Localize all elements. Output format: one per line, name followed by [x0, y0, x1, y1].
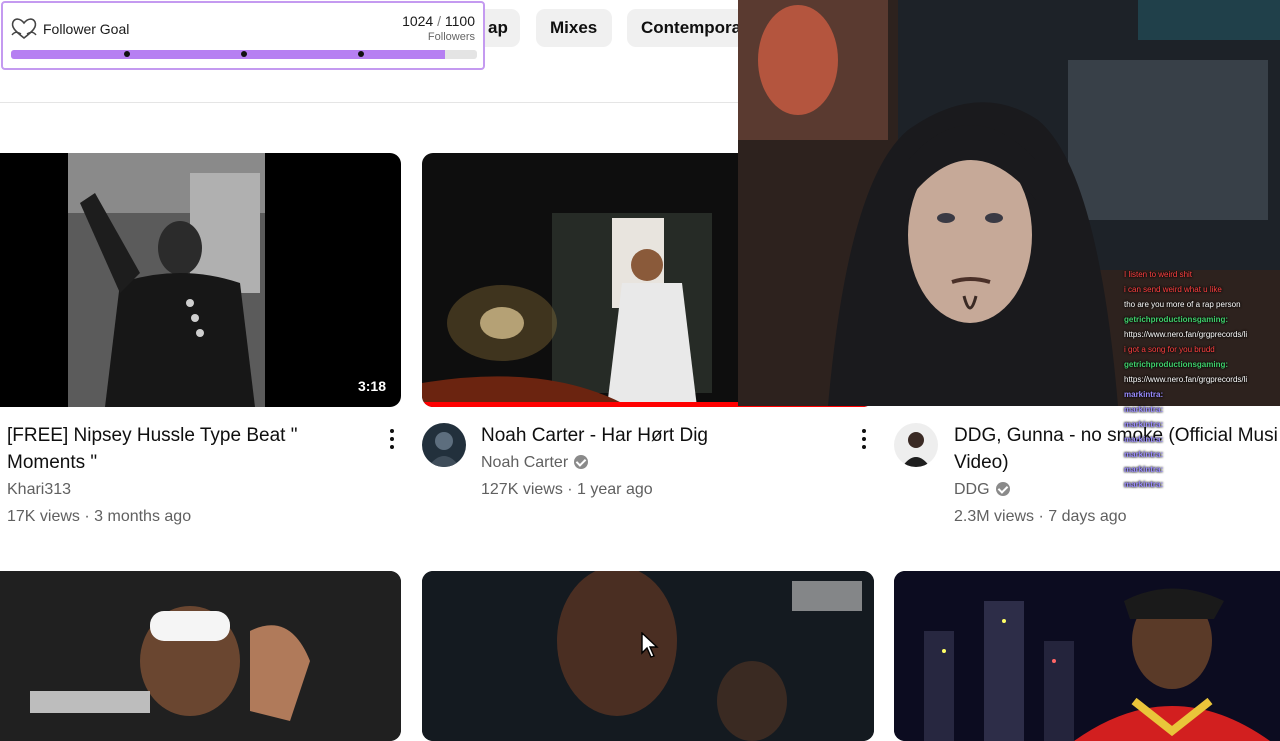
channel-name[interactable]: Khari313	[7, 481, 71, 499]
chat-message: https://www.nero.fan/grgprecords/li	[1124, 375, 1280, 385]
chat-message: markintra:	[1124, 450, 1280, 460]
video-meta: 17K views · 3 months ago	[7, 508, 192, 525]
chat-message: markintra:	[1124, 390, 1280, 400]
chat-username: markintra:	[1124, 435, 1164, 444]
chat-message: i can send weird what u like	[1124, 285, 1280, 295]
chat-username: markintra:	[1124, 390, 1164, 399]
chat-text: https://www.nero.fan/grgprecords/li	[1124, 330, 1248, 339]
chat-text: https://www.nero.fan/grgprecords/li	[1124, 375, 1248, 384]
chat-username: markintra:	[1124, 405, 1164, 414]
heart-hands-icon	[11, 18, 37, 40]
chat-text: I listen to weird shit	[1124, 270, 1193, 279]
chat-message: markintra:	[1124, 435, 1280, 445]
chat-text: i can send weird what u like	[1124, 285, 1222, 294]
chat-message: markintra:	[1124, 405, 1280, 415]
chat-text: tho are you more of a rap person	[1124, 300, 1241, 309]
goal-milestone-marker	[241, 51, 247, 57]
channel-name-row[interactable]: Noah Carter	[481, 454, 589, 472]
follower-goal-widget: Follower Goal 1024 / 1100 Followers	[1, 1, 485, 70]
chat-message: https://www.nero.fan/grgprecords/li	[1124, 330, 1280, 340]
chat-username: getrichproductionsgaming:	[1124, 315, 1228, 324]
chat-username: markintra:	[1124, 420, 1164, 429]
chat-message: getrichproductionsgaming:	[1124, 315, 1280, 325]
goal-current: 1024	[402, 13, 434, 29]
chat-username: markintra:	[1124, 480, 1164, 489]
goal-title: Follower Goal	[43, 21, 130, 37]
thumbnail-image	[894, 571, 1280, 741]
channel-avatar[interactable]	[894, 423, 938, 467]
chat-message: getrichproductionsgaming:	[1124, 360, 1280, 370]
goal-milestone-marker	[124, 51, 130, 57]
video-thumbnail[interactable]	[0, 571, 401, 741]
goal-progress-fill	[11, 50, 445, 59]
chat-message: markintra:	[1124, 480, 1280, 490]
chat-message: markintra:	[1124, 420, 1280, 430]
more-options-button[interactable]	[382, 427, 402, 451]
video-thumbnail[interactable]	[894, 571, 1280, 741]
verified-badge-icon	[995, 482, 1010, 496]
chat-username: markintra:	[1124, 450, 1164, 459]
goal-unit: Followers	[427, 31, 475, 43]
thumbnail-image	[68, 153, 265, 407]
header-divider	[0, 102, 738, 103]
video-title[interactable]: [FREE] Nipsey Hussle Type Beat " Moments…	[7, 422, 357, 476]
more-options-button[interactable]	[854, 427, 874, 451]
channel-name[interactable]: DDG	[954, 481, 990, 498]
stream-chat-overlay: I listen to weird shit i can send weird w…	[1120, 270, 1280, 565]
video-duration: 3:18	[352, 375, 391, 397]
chip-mixes[interactable]: Mixes	[536, 9, 612, 47]
channel-avatar[interactable]	[422, 423, 466, 467]
chat-text: i got a song for you brudd	[1124, 345, 1215, 354]
goal-separator: /	[437, 13, 441, 29]
chip-contemporary[interactable]: Contempora	[627, 9, 745, 47]
chat-message: tho are you more of a rap person	[1124, 300, 1280, 310]
chat-username: getrichproductionsgaming:	[1124, 360, 1228, 369]
channel-name-row[interactable]: DDG	[954, 481, 1010, 499]
thumbnail-image	[0, 571, 401, 741]
channel-name[interactable]: Noah Carter	[481, 454, 568, 471]
goal-milestone-marker	[358, 51, 364, 57]
video-meta: 2.3M views · 7 days ago	[954, 508, 1127, 525]
chat-message: markintra:	[1124, 465, 1280, 475]
verified-badge-icon	[574, 455, 589, 469]
chat-message: i got a song for you brudd	[1124, 345, 1280, 355]
chat-username: markintra:	[1124, 465, 1164, 474]
video-thumbnail[interactable]: 3:18	[0, 153, 401, 407]
goal-count: 1024 / 1100	[402, 13, 475, 29]
video-meta: 127K views · 1 year ago	[481, 481, 653, 498]
video-title[interactable]: Noah Carter - Har Hørt Dig	[481, 422, 841, 449]
mouse-cursor-icon	[641, 632, 659, 658]
chat-message: I listen to weird shit	[1124, 270, 1280, 280]
goal-target: 1100	[444, 13, 475, 29]
